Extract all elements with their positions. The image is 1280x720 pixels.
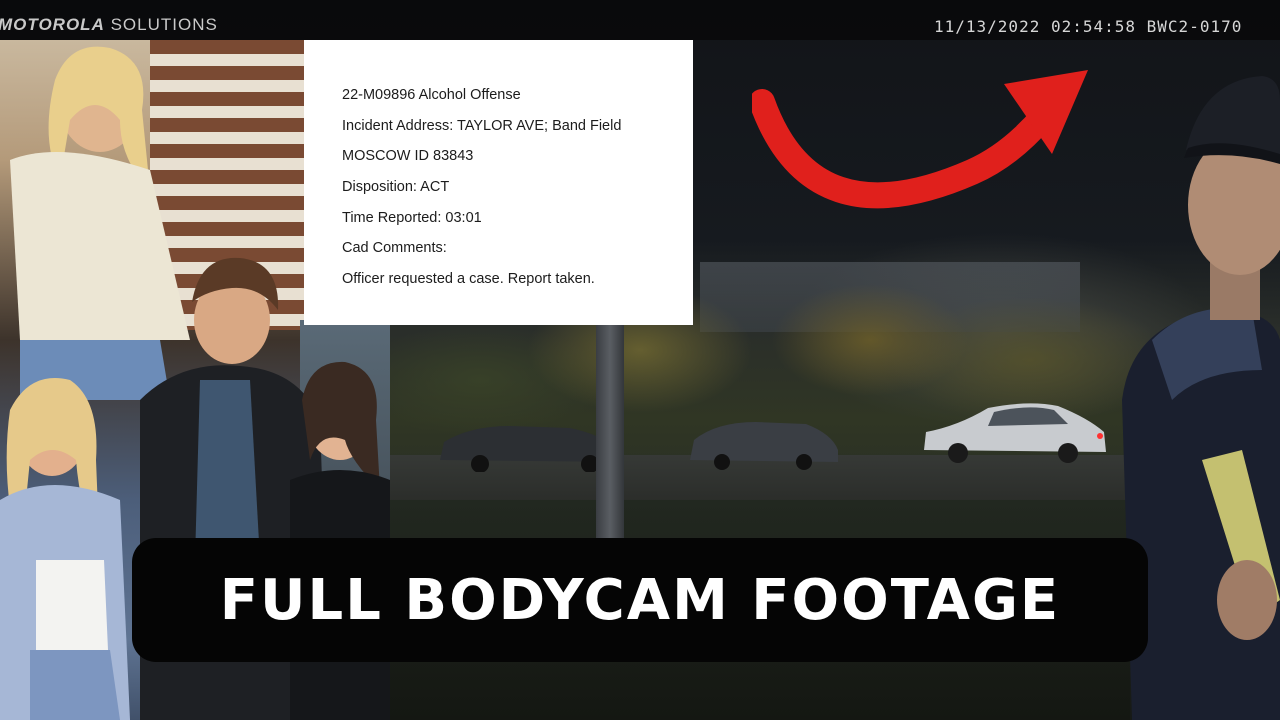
report-cad-comments-label: Cad Comments: (342, 240, 447, 257)
title-text: FULL BODYCAM FOOTAGE (219, 567, 1061, 633)
report-time-reported: Time Reported: 03:01 (342, 209, 482, 226)
brand-bold-text: MOTOROLA (0, 15, 105, 34)
report-incident-address: Incident Address: TAYLOR AVE; Band Field (342, 117, 622, 134)
report-disposition: Disposition: ACT (342, 179, 450, 196)
report-city: MOSCOW ID 83843 (342, 148, 474, 165)
brand-rest-text: SOLUTIONS (104, 15, 218, 34)
brand-logo: MOTOROLA SOLUTIONS (0, 15, 218, 35)
report-cad-comments: Officer requested a case. Report taken. (342, 271, 595, 288)
bodycam-timestamp: 11/13/2022 02:54:58 BWC2-0170 (934, 17, 1243, 36)
red-arrow-icon (752, 70, 1088, 209)
parked-car-white (924, 403, 1106, 463)
bodycam-header-bar: MOTOROLA SOLUTIONS 11/13/2022 02:54:58 B… (0, 0, 1280, 40)
utility-pole (596, 320, 624, 540)
title-banner: FULL BODYCAM FOOTAGE (132, 538, 1148, 662)
report-case-number: 22-M09896 Alcohol Offense (342, 87, 521, 103)
incident-report-card: 22-M09896 Alcohol Offense Incident Addre… (304, 40, 693, 325)
incident-report-lines: 22-M09896 Alcohol Offense Incident Addre… (342, 86, 621, 301)
parked-car-grey (690, 422, 838, 470)
